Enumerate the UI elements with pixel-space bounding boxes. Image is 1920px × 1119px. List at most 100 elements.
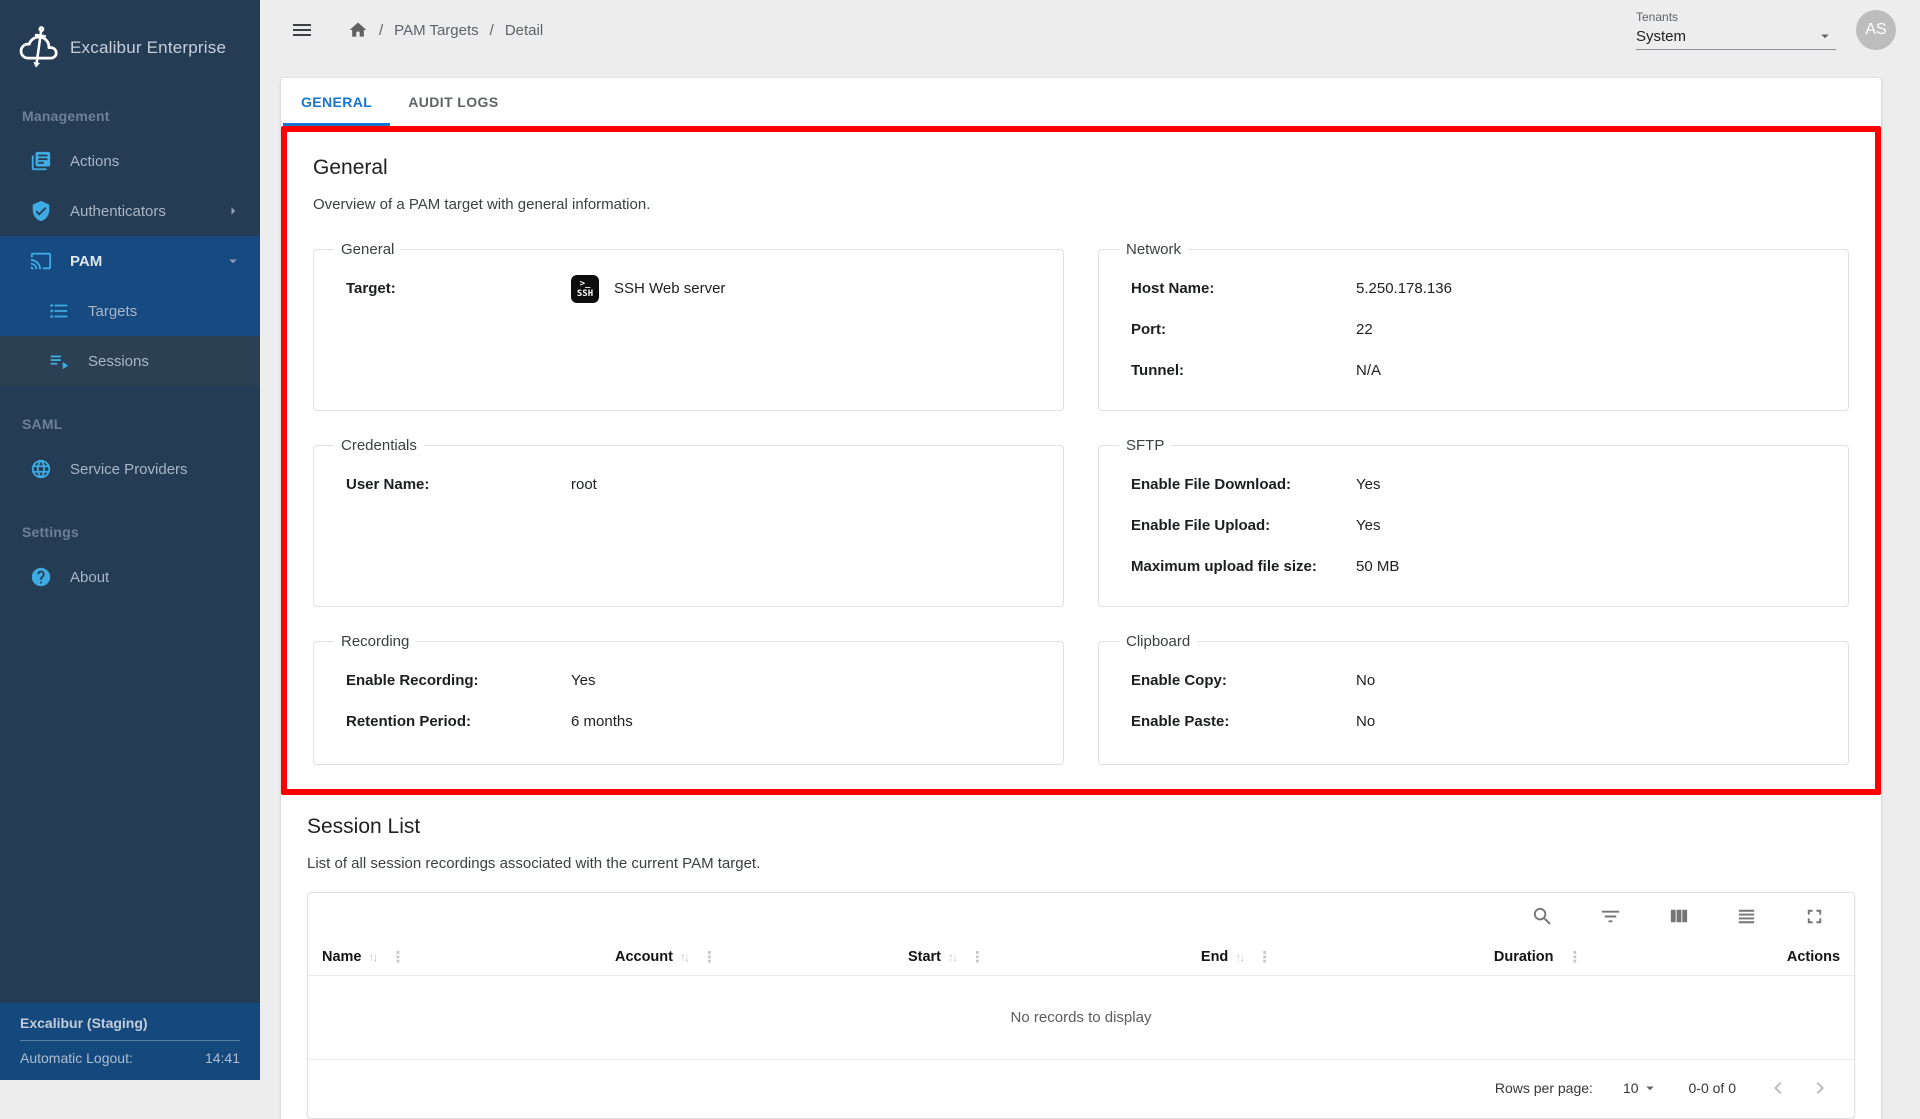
dropdown-arrow-icon bbox=[1816, 27, 1834, 45]
card-sftp: SFTP Enable File Download: Yes Enable Fi… bbox=[1098, 437, 1849, 607]
card-general-legend: General bbox=[334, 241, 401, 258]
sidebar-item-label: PAM bbox=[70, 253, 102, 270]
tab-audit-logs[interactable]: AUDIT LOGS bbox=[390, 78, 516, 126]
field-value: N/A bbox=[1356, 362, 1381, 379]
sidebar-item-label: Authenticators bbox=[70, 203, 166, 220]
column-menu-icon[interactable]: ⋮ bbox=[391, 948, 406, 966]
session-list-subtitle: List of all session recordings associate… bbox=[307, 855, 1855, 872]
globe-icon bbox=[30, 458, 52, 480]
chevron-right-icon bbox=[224, 202, 242, 220]
filter-icon[interactable] bbox=[1599, 905, 1622, 928]
content-card: GENERAL AUDIT LOGS General Overview of a… bbox=[281, 78, 1881, 1119]
session-list-title: Session List bbox=[307, 815, 1855, 839]
card-network-legend: Network bbox=[1119, 241, 1188, 258]
tab-general[interactable]: GENERAL bbox=[283, 78, 390, 126]
menu-toggle-icon[interactable] bbox=[290, 18, 314, 42]
field-label: Host Name: bbox=[1131, 280, 1356, 297]
field-label: Maximum upload file size: bbox=[1131, 558, 1356, 575]
sidebar-item-service-providers[interactable]: Service Providers bbox=[0, 444, 260, 494]
field-label: Retention Period: bbox=[346, 713, 571, 730]
target-value: >_ SSH SSH Web server bbox=[571, 275, 725, 303]
field-label: Enable Recording: bbox=[346, 672, 571, 689]
brand-name: Excalibur Enterprise bbox=[70, 38, 226, 58]
search-icon[interactable] bbox=[1531, 905, 1554, 928]
field-label: Enable File Upload: bbox=[1131, 517, 1356, 534]
columns-icon[interactable] bbox=[1667, 905, 1690, 928]
sidebar-footer: Excalibur (Staging) Automatic Logout: 14… bbox=[0, 1003, 260, 1080]
sidebar-item-authenticators[interactable]: Authenticators bbox=[0, 186, 260, 236]
card-credentials: Credentials User Name: root bbox=[313, 437, 1064, 607]
sidebar-item-about[interactable]: About bbox=[0, 552, 260, 602]
ssh-protocol-icon: >_ SSH bbox=[571, 275, 599, 303]
rows-per-page-select[interactable]: 10 bbox=[1623, 1079, 1659, 1097]
environment-name: Excalibur (Staging) bbox=[20, 1015, 240, 1041]
field-value: 22 bbox=[1356, 321, 1373, 338]
tab-bar: GENERAL AUDIT LOGS bbox=[281, 78, 1881, 126]
sort-arrows-icon[interactable]: ↑↓ bbox=[680, 950, 688, 964]
field-label: Enable Copy: bbox=[1131, 672, 1356, 689]
chevron-down-icon bbox=[224, 252, 242, 270]
auto-logout-label: Automatic Logout: bbox=[20, 1050, 133, 1066]
sidebar-item-label: Actions bbox=[70, 153, 119, 170]
field-value: Yes bbox=[1356, 476, 1380, 493]
card-clipboard-legend: Clipboard bbox=[1119, 633, 1197, 650]
breadcrumb-pam-targets[interactable]: PAM Targets bbox=[394, 22, 478, 39]
target-label: Target: bbox=[346, 280, 571, 297]
brand-header: Excalibur Enterprise bbox=[0, 0, 260, 94]
excalibur-cloud-sword-logo-icon bbox=[16, 26, 62, 70]
sort-arrows-icon[interactable]: ↑↓ bbox=[948, 950, 956, 964]
topbar: / PAM Targets / Detail Tenants System AS bbox=[260, 0, 1920, 60]
card-credentials-legend: Credentials bbox=[334, 437, 424, 454]
list-icon bbox=[48, 300, 70, 322]
sidebar-item-label: Service Providers bbox=[70, 461, 188, 478]
empty-table-message: No records to display bbox=[308, 976, 1854, 1060]
column-menu-icon[interactable]: ⋮ bbox=[702, 948, 717, 966]
card-recording-legend: Recording bbox=[334, 633, 416, 650]
field-label: User Name: bbox=[346, 476, 571, 493]
card-network: Network Host Name: 5.250.178.136 Port: 2… bbox=[1098, 241, 1849, 411]
card-clipboard: Clipboard Enable Copy: No Enable Paste: … bbox=[1098, 633, 1849, 765]
session-list-section: Session List List of all session recordi… bbox=[281, 795, 1881, 1119]
rows-per-page-label: Rows per page: bbox=[1495, 1080, 1593, 1096]
sidebar-item-sessions[interactable]: Sessions bbox=[0, 336, 260, 386]
column-header-name[interactable]: Name ↑↓ ⋮ bbox=[314, 948, 607, 966]
field-value: No bbox=[1356, 672, 1375, 689]
card-recording: Recording Enable Recording: Yes Retentio… bbox=[313, 633, 1064, 765]
table-toolbar bbox=[308, 893, 1854, 938]
sidebar-item-targets[interactable]: Targets bbox=[0, 286, 260, 336]
overview-cards-grid: General Target: >_ SSH SSH Web server bbox=[313, 241, 1849, 765]
sidebar-item-label: Targets bbox=[88, 303, 137, 320]
sidebar-item-actions[interactable]: Actions bbox=[0, 136, 260, 186]
column-menu-icon[interactable]: ⋮ bbox=[1257, 948, 1272, 966]
column-header-actions: Actions bbox=[1779, 949, 1848, 965]
auto-logout-timer: 14:41 bbox=[205, 1050, 240, 1066]
overview-subtitle: Overview of a PAM target with general in… bbox=[313, 196, 1849, 213]
cast-screen-icon bbox=[30, 250, 52, 272]
tenant-selected-value: System bbox=[1636, 28, 1686, 45]
field-label: Enable File Download: bbox=[1131, 476, 1356, 493]
home-icon[interactable] bbox=[348, 20, 368, 40]
sort-arrows-icon[interactable]: ↑↓ bbox=[369, 950, 377, 964]
sidebar-item-label: About bbox=[70, 569, 109, 586]
sort-arrows-icon[interactable]: ↑↓ bbox=[1235, 950, 1243, 964]
column-header-end[interactable]: End ↑↓ ⋮ bbox=[1193, 948, 1486, 966]
session-table: Name ↑↓ ⋮ Account ↑↓ ⋮ Start ↑↓ ⋮ bbox=[307, 892, 1855, 1119]
row-density-icon[interactable] bbox=[1735, 905, 1758, 928]
column-header-duration[interactable]: Duration ⋮ bbox=[1486, 948, 1779, 966]
sidebar: Excalibur Enterprise Management Actions … bbox=[0, 0, 260, 1080]
shield-check-icon bbox=[30, 200, 52, 222]
user-avatar[interactable]: AS bbox=[1856, 10, 1896, 50]
field-value: 6 months bbox=[571, 713, 633, 730]
field-value: 50 MB bbox=[1356, 558, 1399, 575]
tenant-select[interactable]: System bbox=[1636, 24, 1836, 50]
field-value: Yes bbox=[571, 672, 595, 689]
column-menu-icon[interactable]: ⋮ bbox=[970, 948, 985, 966]
column-header-start[interactable]: Start ↑↓ ⋮ bbox=[900, 948, 1193, 966]
overview-title: General bbox=[313, 156, 1849, 180]
tenants-label: Tenants bbox=[1636, 10, 1836, 24]
breadcrumb-detail: Detail bbox=[505, 22, 543, 39]
column-header-account[interactable]: Account ↑↓ ⋮ bbox=[607, 948, 900, 966]
fullscreen-icon[interactable] bbox=[1803, 905, 1826, 928]
column-menu-icon[interactable]: ⋮ bbox=[1567, 948, 1582, 966]
sidebar-item-pam[interactable]: PAM bbox=[0, 236, 260, 286]
